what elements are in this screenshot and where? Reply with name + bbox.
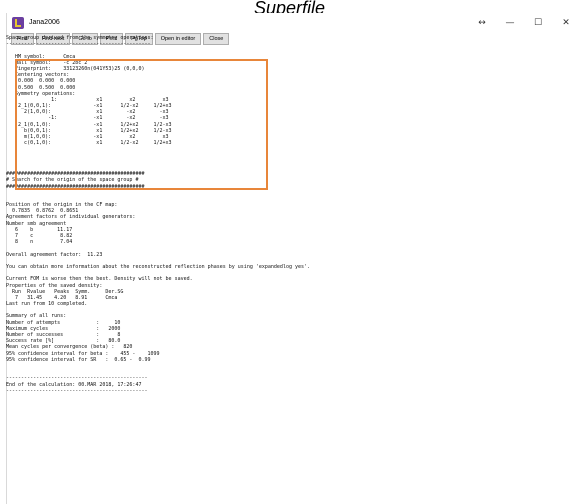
- window-title: Jana2006: [29, 19, 60, 26]
- symmetry-highlight-box: [15, 59, 268, 190]
- resize-icon[interactable]: ↔: [468, 18, 496, 28]
- jana-app-icon: [12, 16, 24, 29]
- output-line: ----------------------------------------…: [6, 387, 148, 394]
- title-bar: Jana2006 ↔ — ☐ ✕: [7, 13, 579, 32]
- minimize-button[interactable]: —: [496, 18, 524, 28]
- maximize-button[interactable]: ☐: [524, 18, 552, 28]
- close-window-button[interactable]: ✕: [552, 18, 579, 28]
